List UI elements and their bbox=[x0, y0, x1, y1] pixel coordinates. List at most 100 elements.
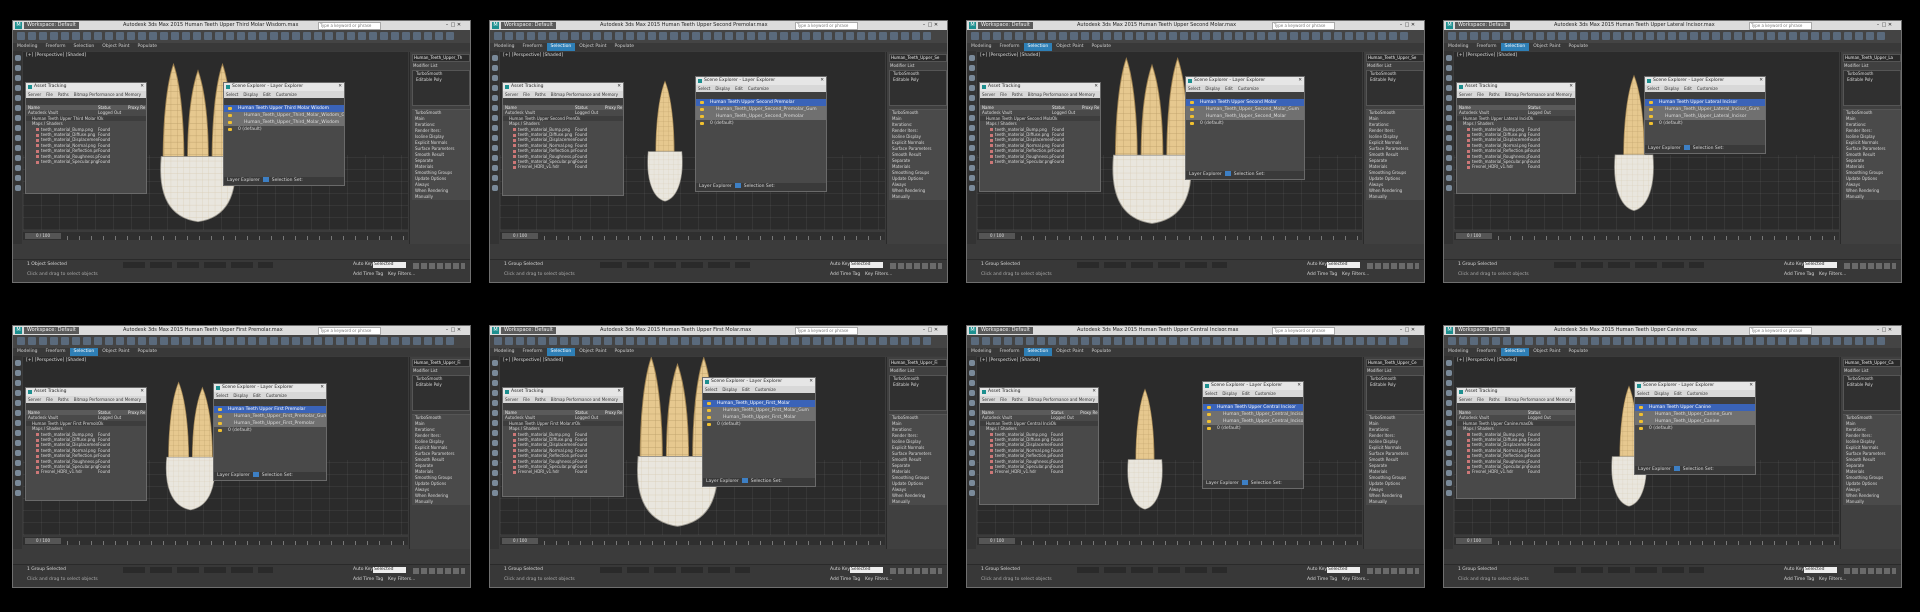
stack-item[interactable]: Editable Poly bbox=[1367, 77, 1423, 83]
table-row[interactable]: Fresnel_HDRI_v1.hdr Found bbox=[1457, 469, 1575, 474]
layer-row[interactable]: 0 (default) bbox=[1203, 425, 1303, 432]
tool-strip-icon[interactable] bbox=[1445, 490, 1452, 496]
track-bar[interactable] bbox=[1021, 236, 1358, 240]
table-row[interactable]: Fresnel_HDRI_v1.hdr Found bbox=[1457, 164, 1575, 169]
toolbar-tool-icon[interactable] bbox=[1470, 337, 1478, 345]
tool-strip-icon[interactable] bbox=[491, 360, 498, 366]
toolbar-tool-icon[interactable] bbox=[736, 337, 744, 345]
toolbar-tool-icon[interactable] bbox=[1833, 337, 1841, 345]
toolbar-tool-icon[interactable] bbox=[1756, 32, 1764, 40]
table-row[interactable]: Fresnel_HDRI_v1.hdr Found bbox=[980, 469, 1098, 474]
layer-row[interactable]: 0 (default) bbox=[703, 421, 815, 428]
toolbar-tool-icon[interactable] bbox=[626, 32, 634, 40]
object-name-field[interactable]: Human_Teeth_Upper_Se bbox=[889, 54, 947, 62]
toolbar-tool-icon[interactable] bbox=[149, 337, 157, 345]
perspective-viewport[interactable]: [+] [Perspective] [Shaded] Asset Trackin… bbox=[977, 52, 1362, 230]
toolbar-tool-icon[interactable] bbox=[971, 337, 979, 345]
menu-item[interactable]: Server bbox=[982, 92, 995, 97]
tool-strip-icon[interactable] bbox=[1445, 155, 1452, 161]
toolbar-tool-icon[interactable] bbox=[604, 32, 612, 40]
menu-item[interactable]: Select bbox=[1188, 86, 1200, 91]
toolbar-tool-icon[interactable] bbox=[993, 32, 1001, 40]
ribbon-tab[interactable]: Freeform bbox=[995, 43, 1023, 51]
toolbar-tool-icon[interactable] bbox=[248, 337, 256, 345]
close-icon[interactable]: ✕ bbox=[1759, 77, 1763, 85]
toolbar-tool-icon[interactable] bbox=[637, 337, 645, 345]
toolbar-tool-icon[interactable] bbox=[1668, 32, 1676, 40]
toolbar-tool-icon[interactable] bbox=[1613, 32, 1621, 40]
modifier-stack[interactable]: TurboSmooth Editable Poly bbox=[1366, 70, 1424, 106]
close-icon[interactable]: ✕ bbox=[617, 83, 621, 91]
menu-item[interactable]: Bitmap Performance and Memory bbox=[1028, 92, 1095, 97]
toolbar-tool-icon[interactable] bbox=[171, 32, 179, 40]
toolbar-tool-icon[interactable] bbox=[94, 32, 102, 40]
time-slider[interactable]: 0 / 100 bbox=[1454, 232, 1839, 240]
track-bar[interactable] bbox=[67, 236, 404, 240]
toolbar-tool-icon[interactable] bbox=[226, 337, 234, 345]
manually-radio[interactable]: Manually bbox=[1366, 194, 1424, 200]
toolbar-tool-icon[interactable] bbox=[1789, 337, 1797, 345]
table-row[interactable]: Fresnel_HDRI_v1.hdr Found bbox=[26, 469, 146, 474]
key-mode-dropdown[interactable]: Selected bbox=[850, 567, 883, 573]
toolbar-tool-icon[interactable] bbox=[281, 32, 289, 40]
track-bar[interactable] bbox=[544, 236, 881, 240]
playback-controls[interactable] bbox=[1844, 263, 1896, 269]
asset-tracking-dialog[interactable]: Asset Tracking ✕ Server File Paths Bitmap Pe… bbox=[979, 82, 1101, 192]
menu-item[interactable]: Select bbox=[1647, 86, 1659, 91]
tool-strip-icon[interactable] bbox=[1445, 430, 1452, 436]
toolbar-tool-icon[interactable] bbox=[505, 337, 513, 345]
perspective-viewport[interactable]: [+] [Perspective] [Shaded] Asset Trackin… bbox=[500, 357, 885, 535]
toolbar-tool-icon[interactable] bbox=[1103, 337, 1111, 345]
toolbar-tool-icon[interactable] bbox=[1312, 32, 1320, 40]
scene-explorer-dialog[interactable]: Scene Explorer - Layer Explorer ✕ Select D… bbox=[213, 383, 327, 481]
layer-row[interactable]: Human Teeth Upper Lateral Incisor bbox=[1645, 99, 1765, 106]
viewport-label[interactable]: [+] [Perspective] [Shaded] bbox=[980, 53, 1040, 58]
toolbar-tool-icon[interactable] bbox=[923, 32, 931, 40]
toolbar-tool-icon[interactable] bbox=[637, 32, 645, 40]
auto-key-button[interactable]: Auto Key bbox=[353, 262, 373, 267]
toolbar-tool-icon[interactable] bbox=[369, 337, 377, 345]
toolbar-tool-icon[interactable] bbox=[1514, 337, 1522, 345]
toolbar-tool-icon[interactable] bbox=[1378, 337, 1386, 345]
perspective-viewport[interactable]: [+] [Perspective] [Shaded] Asset Trackin… bbox=[23, 357, 408, 535]
tool-strip-icon[interactable] bbox=[968, 65, 975, 71]
scene-explorer-dialog[interactable]: Scene Explorer - Layer Explorer ✕ Select D… bbox=[1644, 76, 1766, 154]
toolbar-tool-icon[interactable] bbox=[791, 32, 799, 40]
ribbon-tab[interactable]: Selection bbox=[1023, 43, 1053, 51]
toolbar-tool-icon[interactable] bbox=[593, 337, 601, 345]
manually-radio[interactable]: Manually bbox=[889, 499, 947, 505]
menu-item[interactable]: Bitmap Performance and Memory bbox=[74, 397, 141, 402]
toolbar-tool-icon[interactable] bbox=[50, 337, 58, 345]
tool-strip-icon[interactable] bbox=[968, 115, 975, 121]
toolbar-tool-icon[interactable] bbox=[1246, 337, 1254, 345]
key-filters-button[interactable]: Key Filters... bbox=[865, 272, 892, 277]
toolbar-tool-icon[interactable] bbox=[1855, 337, 1863, 345]
menu-item[interactable]: Paths bbox=[535, 92, 546, 97]
max-logo-icon[interactable]: M bbox=[492, 22, 499, 29]
toolbar-tool-icon[interactable] bbox=[1378, 32, 1386, 40]
menu-item[interactable]: Display bbox=[243, 92, 258, 97]
close-icon[interactable]: ✕ bbox=[933, 21, 939, 30]
toolbar-tool-icon[interactable] bbox=[1470, 32, 1478, 40]
tooth-model[interactable] bbox=[1105, 367, 1185, 533]
toolbar-tool-icon[interactable] bbox=[1514, 32, 1522, 40]
max-logo-icon[interactable]: M bbox=[1446, 22, 1453, 29]
menu-item[interactable]: Bitmap Performance and Memory bbox=[551, 92, 618, 97]
toolbar-tool-icon[interactable] bbox=[1400, 337, 1408, 345]
ribbon-tab[interactable]: Freeform bbox=[41, 348, 69, 356]
toolbar-tool-icon[interactable] bbox=[1125, 337, 1133, 345]
toolbar-tool-icon[interactable] bbox=[325, 337, 333, 345]
toolbar-tool-icon[interactable] bbox=[1180, 337, 1188, 345]
search-input[interactable]: Type a keyword or phrase bbox=[1749, 327, 1812, 335]
toolbar-tool-icon[interactable] bbox=[681, 32, 689, 40]
toolbar-tool-icon[interactable] bbox=[226, 32, 234, 40]
viewport-label[interactable]: [+] [Perspective] [Shaded] bbox=[1457, 358, 1517, 363]
modifier-stack[interactable]: TurboSmooth Editable Poly bbox=[1843, 70, 1901, 106]
toolbar-tool-icon[interactable] bbox=[571, 32, 579, 40]
toolbar-tool-icon[interactable] bbox=[369, 32, 377, 40]
toolbar-tool-icon[interactable] bbox=[703, 32, 711, 40]
toolbar-tool-icon[interactable] bbox=[182, 337, 190, 345]
tool-strip-icon[interactable] bbox=[1445, 65, 1452, 71]
tool-strip-icon[interactable] bbox=[968, 410, 975, 416]
ribbon-tab[interactable]: Freeform bbox=[1472, 348, 1500, 356]
